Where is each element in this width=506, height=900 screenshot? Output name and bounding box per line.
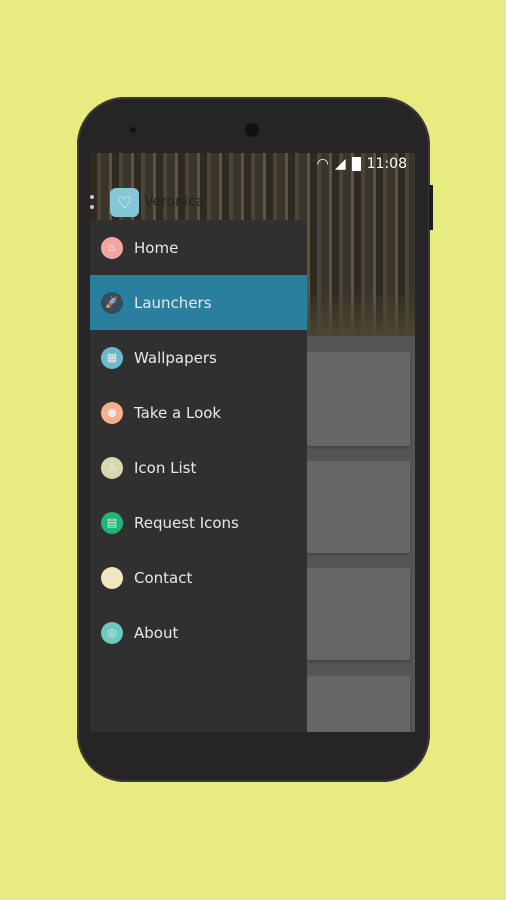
drawer-item-label: Icon List [134, 458, 197, 477]
menu-icon[interactable] [90, 195, 98, 209]
magnifier-icon: ● [101, 401, 123, 424]
content-card[interactable] [307, 676, 410, 732]
battery-icon [351, 157, 361, 171]
speaker [130, 127, 136, 133]
power-button [429, 185, 433, 230]
app-logo: ♡ [110, 187, 139, 217]
abc-blocks-icon: A [101, 456, 123, 479]
drawer-item-label: Home [134, 238, 179, 257]
drawer-item-label: Take a Look [134, 403, 222, 422]
content-card[interactable] [307, 568, 410, 660]
rocket-icon: 🚀 [101, 291, 123, 314]
drawer-item-label: Contact [134, 568, 193, 587]
envelope-icon: ✉ [101, 566, 123, 589]
document-icon: ▤ [101, 511, 123, 534]
drawer-item-contact[interactable]: ✉ Contact [90, 550, 307, 605]
drawer-item-about[interactable]: ◎ About [90, 605, 307, 660]
home-icon: ⌂ [101, 236, 123, 259]
drawer-item-label: Request Icons [134, 513, 239, 532]
content-card[interactable] [307, 352, 410, 446]
screen: ◠ ◢ 11:08 ♡ Veronica ⌂ Home 🚀 Launchers ▦ Wal… [90, 153, 415, 732]
drawer-item-label: Wallpapers [134, 348, 217, 367]
app-title: Veronica [144, 194, 205, 210]
navigation-drawer: ⌂ Home 🚀 Launchers ▦ Wallpapers ● Take a Look A I… [90, 220, 307, 732]
drawer-item-request-icons[interactable]: ▤ Request Icons [90, 495, 307, 550]
drawer-item-label: About [134, 623, 179, 642]
content-card[interactable] [307, 461, 410, 553]
status-bar: ◠ ◢ 11:08 [317, 156, 407, 172]
clock: 11:08 [366, 156, 407, 172]
wifi-icon: ◠ [316, 156, 329, 172]
drawer-item-wallpapers[interactable]: ▦ Wallpapers [90, 330, 307, 385]
image-icon: ▦ [101, 346, 123, 369]
drawer-item-launchers[interactable]: 🚀 Launchers [90, 275, 307, 330]
signal-icon: ◢ [334, 156, 346, 172]
drawer-item-label: Launchers [134, 293, 212, 312]
drawer-item-home[interactable]: ⌂ Home [90, 220, 307, 275]
lollipop-icon: ◎ [101, 621, 123, 644]
drawer-item-take-a-look[interactable]: ● Take a Look [90, 385, 307, 440]
drawer-item-icon-list[interactable]: A Icon List [90, 440, 307, 495]
front-camera [245, 123, 259, 137]
app-bar: ♡ Veronica [90, 183, 204, 221]
